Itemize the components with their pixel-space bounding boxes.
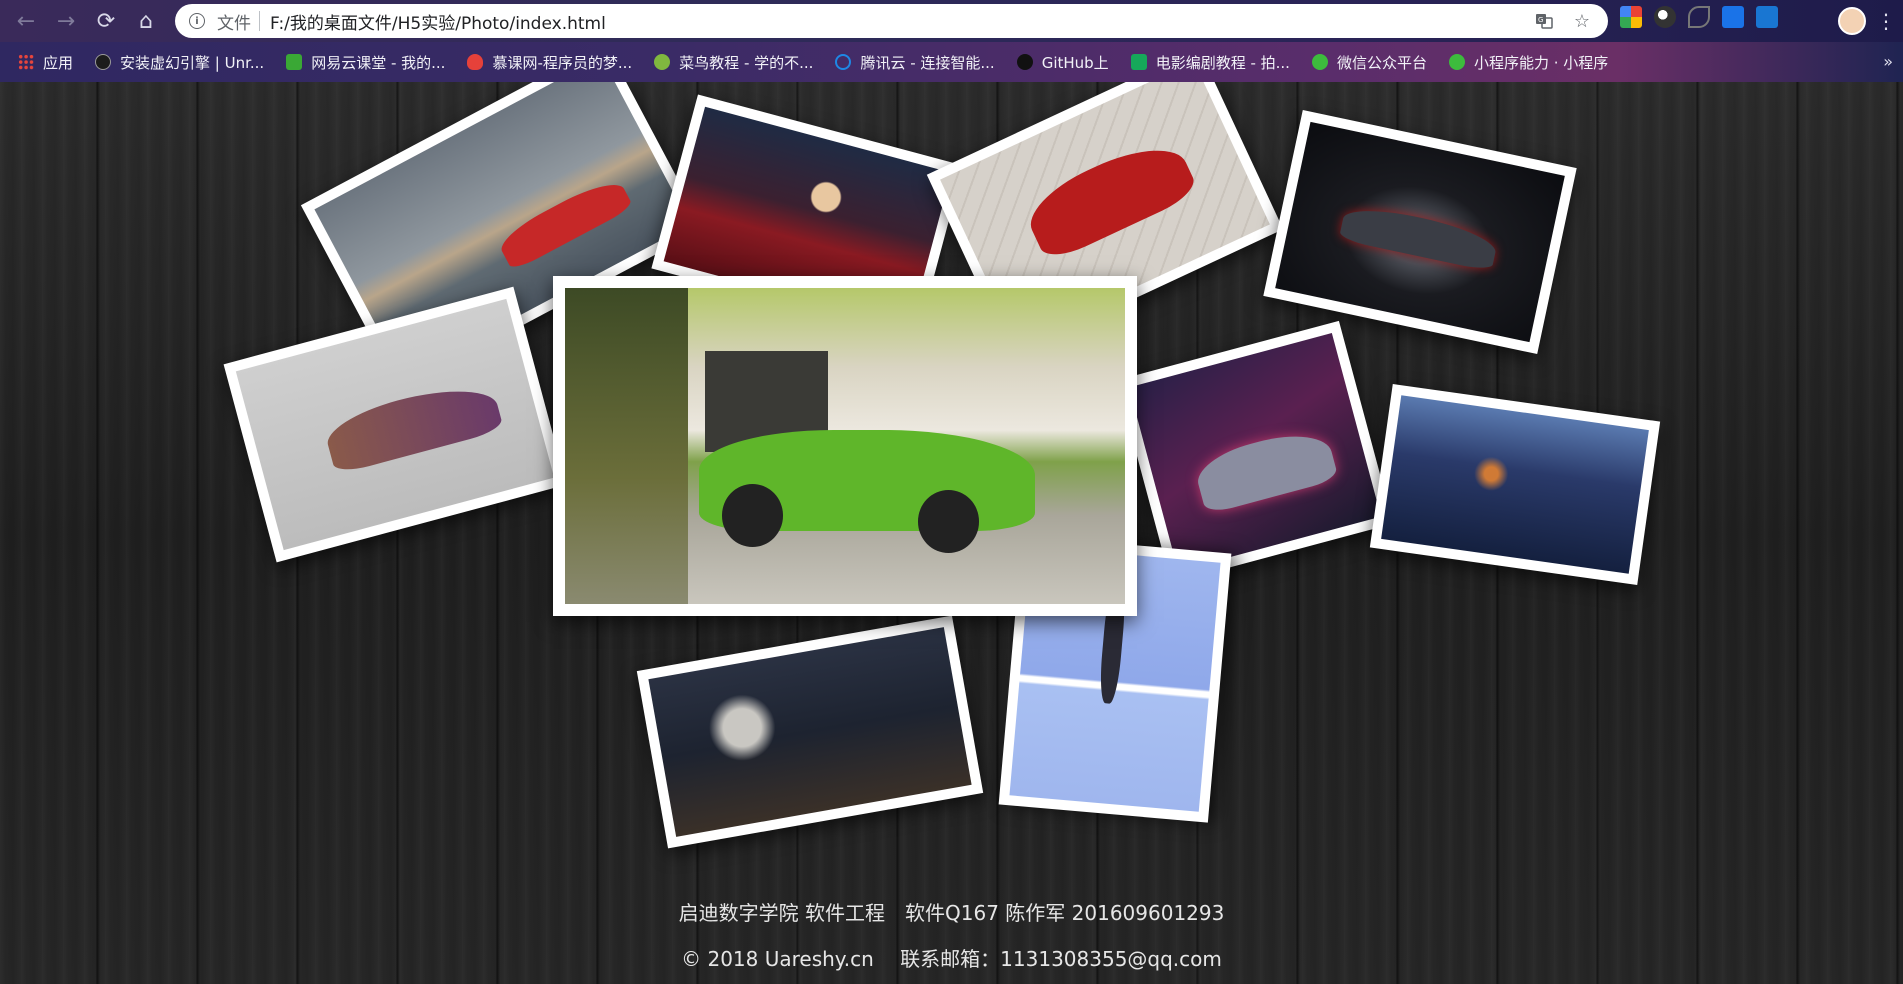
- photo-purple-lamborghini[interactable]: [223, 286, 567, 563]
- bookmark-label: GitHub上: [1041, 53, 1109, 72]
- bookmark-unreal[interactable]: 安装虚幻引擎 | Unr...: [95, 52, 264, 73]
- wechat-icon: [1311, 54, 1328, 70]
- apps-grid-icon: [18, 54, 34, 70]
- bookmark-label: 慕课网-程序员的梦...: [492, 53, 633, 72]
- profile-avatar[interactable]: [1838, 7, 1866, 35]
- cloud-icon: [835, 54, 852, 70]
- extension-icon[interactable]: [1620, 6, 1642, 28]
- bookmark-screenwriting[interactable]: 电影编剧教程 - 拍...: [1130, 52, 1290, 73]
- photo-image: [648, 627, 972, 837]
- scheme-label: 文件: [217, 13, 251, 34]
- photo-image: [1128, 333, 1382, 571]
- bookmark-miniprogram[interactable]: 小程序能力 · 小程序: [1448, 52, 1609, 73]
- bookmark-label: 菜鸟教程 - 学的不...: [679, 53, 814, 72]
- extension-icon[interactable]: [1654, 6, 1676, 28]
- photo-city-night-girl[interactable]: [1369, 384, 1661, 585]
- extension-icon[interactable]: [1722, 6, 1744, 28]
- bookmark-github[interactable]: GitHub上: [1016, 52, 1109, 73]
- runoob-icon: [654, 54, 671, 70]
- bookmark-imooc[interactable]: 慕课网-程序员的梦...: [467, 52, 632, 73]
- bookmark-label: 小程序能力 · 小程序: [1473, 53, 1609, 72]
- photo-dark-supercar[interactable]: [1263, 109, 1577, 355]
- omnibox-divider: [259, 11, 260, 31]
- bookmarks-bar: 应用 安装虚幻引擎 | Unr... 网易云课堂 - 我的... 慕课网-程序员…: [0, 42, 1903, 82]
- bookmark-netease[interactable]: 网易云课堂 - 我的...: [286, 52, 445, 73]
- bookmark-label: 电影编剧教程 - 拍...: [1155, 53, 1290, 72]
- letter-e-icon: [1130, 54, 1147, 70]
- netease-icon: [286, 54, 303, 70]
- bookmark-label: 安装虚幻引擎 | Unr...: [120, 53, 265, 72]
- bookmark-label: 网易云课堂 - 我的...: [311, 53, 446, 72]
- photo-image: [235, 298, 555, 551]
- footer-copyright: © 2018 Uareshy.cn 联系邮箱：1131308355@qq.com: [681, 947, 1222, 971]
- bookmark-tencent-cloud[interactable]: 腾讯云 - 连接智能...: [835, 52, 995, 73]
- svg-text:G: G: [1538, 16, 1543, 24]
- bookmark-label: 腾讯云 - 连接智能...: [860, 53, 995, 72]
- back-arrow-icon: ←: [16, 8, 36, 34]
- reload-icon: ⟳: [96, 8, 116, 34]
- unreal-icon: [95, 54, 112, 70]
- bookmark-apps[interactable]: 应用: [18, 52, 73, 73]
- forward-button[interactable]: →: [46, 0, 86, 42]
- extension-icon[interactable]: [1756, 6, 1778, 28]
- github-icon: [1016, 54, 1033, 70]
- photo-witcher-girl[interactable]: [636, 615, 984, 849]
- translate-icon[interactable]: G: [1532, 9, 1556, 33]
- extensions-area: [1620, 6, 1778, 28]
- photo-image: [1381, 395, 1649, 574]
- flame-icon: [467, 54, 484, 70]
- browser-menu-icon[interactable]: ⋮: [1876, 8, 1896, 34]
- address-bar[interactable]: i 文件 F:/我的桌面文件/H5实验/Photo/index.html G ☆: [175, 4, 1608, 38]
- home-button[interactable]: ⌂: [126, 0, 166, 42]
- photo-image: [565, 288, 1125, 604]
- forward-arrow-icon: →: [56, 8, 76, 34]
- url-text[interactable]: F:/我的桌面文件/H5实验/Photo/index.html: [270, 9, 606, 34]
- bookmark-runoob[interactable]: 菜鸟教程 - 学的不...: [654, 52, 813, 73]
- photo-image: [1275, 121, 1565, 343]
- info-icon[interactable]: i: [189, 13, 205, 29]
- wechat-icon: [1448, 54, 1465, 70]
- bookmark-label: 微信公众平台: [1336, 53, 1427, 72]
- photo-wall: 启迪数字学院 软件工程 软件Q167 陈作军 201609601293 © 20…: [0, 82, 1903, 984]
- footer-credits: 启迪数字学院 软件工程 软件Q167 陈作军 201609601293: [678, 901, 1225, 925]
- bookmarks-overflow-button[interactable]: »: [1883, 52, 1893, 71]
- home-icon: ⌂: [139, 8, 153, 34]
- photo-neon-car[interactable]: [1116, 320, 1394, 584]
- reload-button[interactable]: ⟳: [86, 0, 126, 42]
- bookmark-wechat-mp[interactable]: 微信公众平台: [1311, 52, 1427, 73]
- back-button[interactable]: ←: [6, 0, 46, 42]
- browser-toolbar: ← → ⟳ ⌂ i 文件 F:/我的桌面文件/H5实验/Photo/index.…: [0, 0, 1903, 42]
- photo-green-lamborghini[interactable]: [553, 276, 1137, 616]
- bookmark-label: 应用: [43, 53, 74, 72]
- leaf-icon[interactable]: [1688, 6, 1710, 28]
- bookmark-star-icon[interactable]: ☆: [1570, 9, 1594, 33]
